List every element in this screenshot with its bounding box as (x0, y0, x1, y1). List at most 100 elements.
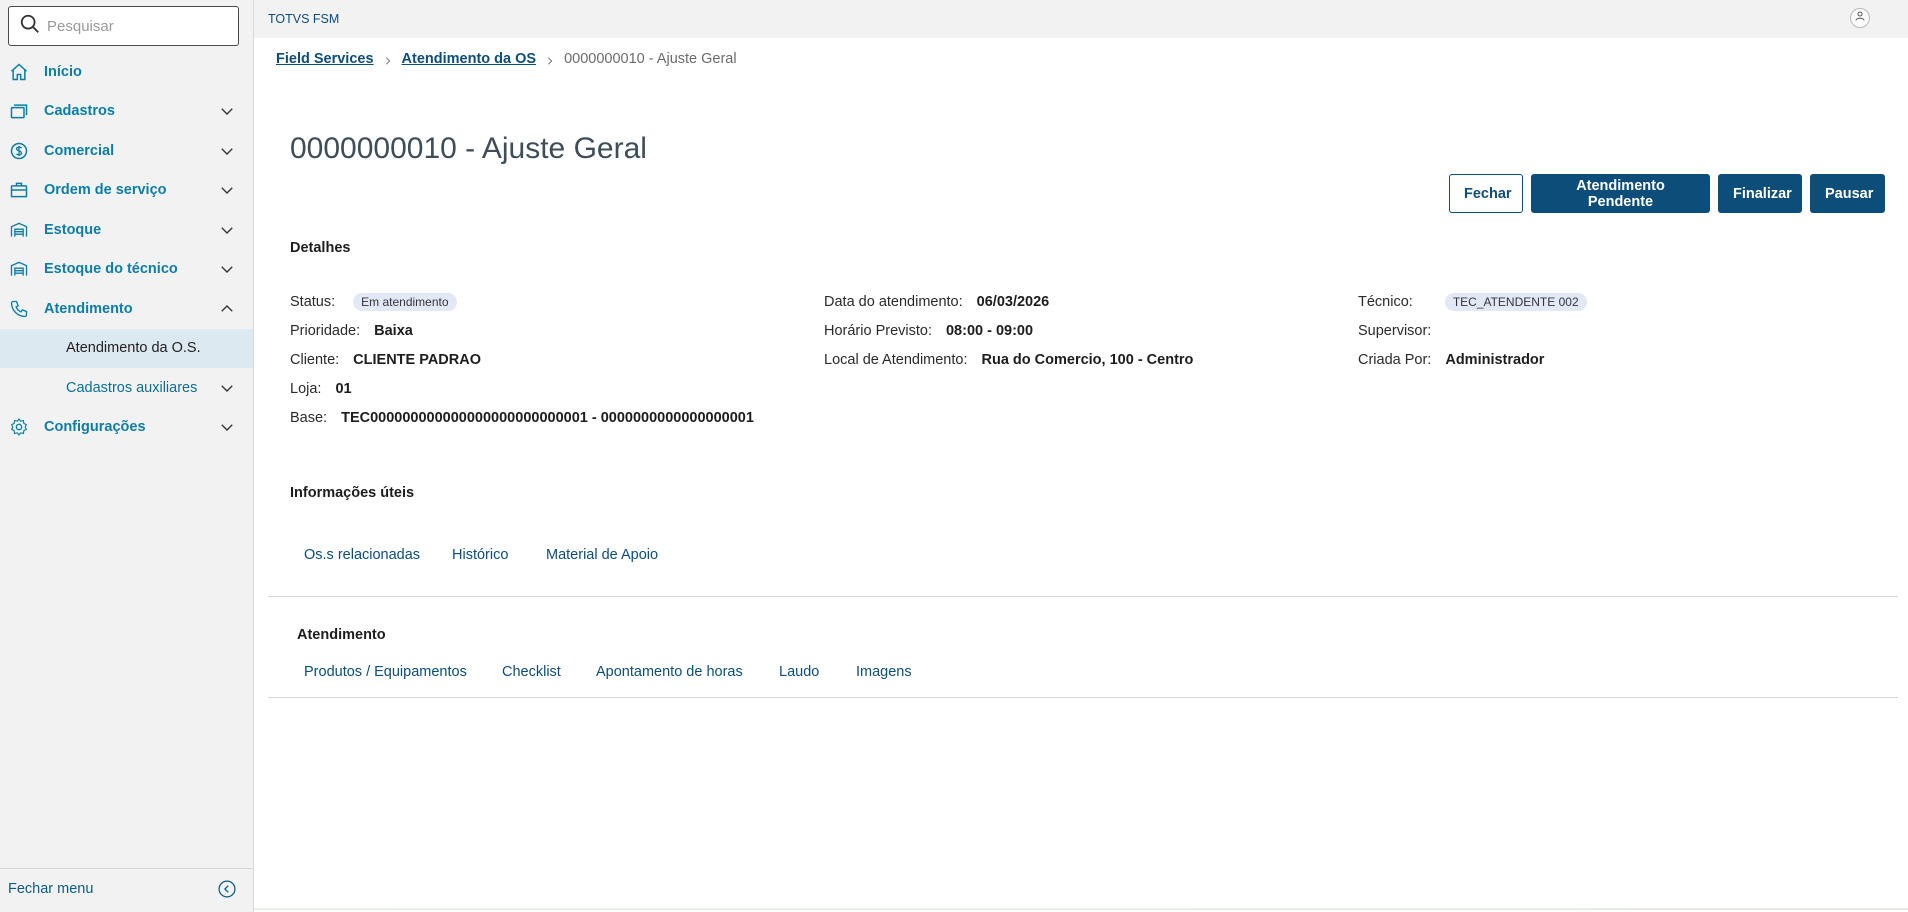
home-icon (9, 62, 29, 82)
brand-title: TOTVS FSM (268, 12, 340, 26)
tab-imagens[interactable]: Imagens (856, 664, 912, 680)
user-avatar[interactable] (1850, 8, 1870, 28)
sidebar-item-label: Cadastros (44, 103, 115, 120)
tab-material-apoio[interactable]: Material de Apoio (546, 547, 658, 563)
cards-icon (9, 101, 29, 121)
breadcrumb: Field Services Atendimento da OS 0000000… (276, 51, 737, 67)
search-box[interactable] (8, 6, 239, 46)
sidebar-item-label: Estoque do técnico (44, 261, 178, 278)
tab-os-relacionadas[interactable]: Os.s relacionadas (304, 547, 420, 563)
chevron-down-icon[interactable] (218, 379, 236, 397)
date-value: 06/03/2026 (976, 294, 1050, 310)
sidebar-item-label: Comercial (44, 142, 115, 159)
details-title: Detalhes (290, 240, 351, 256)
info-title: Informações úteis (290, 485, 415, 501)
briefcase-icon (9, 180, 29, 200)
field-priority: Prioridade: Baixa (290, 320, 413, 342)
sidebar-item-configuracoes[interactable]: Configurações (0, 408, 253, 448)
time-value: 08:00 - 09:00 (945, 323, 1034, 339)
sidebar-item-inicio[interactable]: Início (0, 52, 253, 92)
field-date: Data do atendimento: 06/03/2026 (824, 291, 1049, 313)
store-value: 01 (335, 381, 352, 397)
supervisor-label: Supervisor: (1358, 323, 1432, 339)
tab-laudo[interactable]: Laudo (779, 664, 819, 680)
pause-button[interactable]: Pausar (1810, 174, 1885, 213)
gear-icon (9, 417, 29, 437)
collapse-menu-button[interactable]: Fechar menu (0, 868, 253, 908)
chevron-left-circle-icon[interactable] (217, 879, 237, 899)
sidebar-item-label: Configurações (44, 419, 146, 436)
chevron-down-icon[interactable] (218, 181, 236, 199)
field-location: Local de Atendimento: Rua do Comercio, 1… (824, 349, 1193, 371)
service-title: Atendimento (297, 627, 386, 643)
warehouse-icon (9, 220, 29, 240)
finish-button[interactable]: Finalizar (1718, 174, 1802, 213)
field-created-by: Criada Por: Administrador (1358, 349, 1544, 371)
sidebar-nav: Início Cadastros Comercial Ordem de serv… (0, 52, 253, 447)
sidebar-item-label: Estoque (44, 221, 102, 238)
phone-icon (9, 299, 29, 319)
technician-badge: TEC_ATENDENTE 002 (1444, 293, 1587, 311)
close-button[interactable]: Fechar (1449, 174, 1523, 213)
time-label: Horário Previsto: (824, 323, 932, 339)
chevron-right-icon (383, 54, 393, 65)
warehouse-icon (9, 259, 29, 279)
tab-historico[interactable]: Histórico (452, 547, 508, 563)
chevron-down-icon[interactable] (218, 260, 236, 278)
field-time: Horário Previsto: 08:00 - 09:00 (824, 320, 1033, 342)
date-label: Data do atendimento: (824, 294, 963, 310)
sidebar-item-cadastros-auxiliares[interactable]: Cadastros auxiliares (0, 368, 253, 408)
priority-label: Prioridade: (290, 323, 361, 339)
technician-label: Técnico: (1358, 294, 1413, 310)
sidebar-item-estoque[interactable]: Estoque (0, 210, 253, 250)
top-bar: TOTVS FSM (254, 0, 1908, 38)
chevron-up-icon[interactable] (218, 300, 236, 318)
dollar-icon (9, 141, 29, 161)
chevron-down-icon[interactable] (218, 418, 236, 436)
location-value: Rua do Comercio, 100 - Centro (981, 352, 1194, 368)
search-input[interactable] (47, 17, 227, 35)
sidebar-item-label: Cadastros auxiliares (66, 379, 198, 396)
breadcrumb-current: 0000000010 - Ajuste Geral (564, 51, 737, 67)
chevron-right-icon (545, 54, 555, 65)
field-client: Cliente: CLIENTE PADRAO (290, 349, 481, 371)
sidebar-item-atendimento-os[interactable]: Atendimento da O.S. (0, 328, 253, 368)
chevron-down-icon[interactable] (218, 142, 236, 160)
breadcrumb-link-field-services[interactable]: Field Services (276, 51, 374, 67)
field-store: Loja: 01 (290, 378, 352, 400)
location-label: Local de Atendimento: (824, 352, 968, 368)
sidebar-item-atendimento[interactable]: Atendimento (0, 289, 253, 329)
base-label: Base: (290, 410, 328, 426)
sidebar-item-ordem-servico[interactable]: Ordem de serviço (0, 171, 253, 211)
priority-value: Baixa (374, 323, 413, 339)
breadcrumb-link-atendimento-os[interactable]: Atendimento da OS (402, 51, 537, 67)
bottom-divider (254, 908, 1908, 910)
pending-button[interactable]: Atendimento Pendente (1531, 174, 1710, 213)
created-by-label: Criada Por: (1358, 352, 1432, 368)
status-label: Status: (290, 294, 336, 310)
field-base: Base: TEC000000000000000000000000001 - 0… (290, 407, 754, 429)
status-badge: Em atendimento (353, 293, 457, 311)
page-title: 0000000010 - Ajuste Geral (290, 132, 647, 165)
client-value: CLIENTE PADRAO (353, 352, 481, 368)
sidebar-item-cadastros[interactable]: Cadastros (0, 92, 253, 132)
store-label: Loja: (290, 381, 322, 397)
sidebar-item-label: Ordem de serviço (44, 182, 167, 199)
sidebar-item-comercial[interactable]: Comercial (0, 131, 253, 171)
created-by-value: Administrador (1445, 352, 1545, 368)
search-icon (19, 13, 41, 40)
service-tabs: Produtos / Equipamentos Checklist Aponta… (268, 664, 1898, 698)
collapse-menu-label: Fechar menu (8, 880, 94, 897)
field-status: Status: Em atendimento (290, 291, 457, 313)
chevron-down-icon[interactable] (218, 102, 236, 120)
sidebar-item-label: Atendimento (44, 300, 133, 317)
chevron-down-icon[interactable] (218, 221, 236, 239)
sidebar-item-estoque-tecnico[interactable]: Estoque do técnico (0, 250, 253, 290)
tab-checklist[interactable]: Checklist (502, 664, 561, 680)
sidebar-item-label: Início (44, 63, 82, 80)
tab-apontamento-horas[interactable]: Apontamento de horas (596, 664, 743, 680)
tab-produtos-equipamentos[interactable]: Produtos / Equipamentos (304, 664, 467, 680)
sidebar: Início Cadastros Comercial Ordem de serv… (0, 0, 254, 912)
sidebar-item-label: Atendimento da O.S. (66, 340, 201, 357)
field-technician: Técnico: TEC_ATENDENTE 002 (1358, 291, 1587, 313)
